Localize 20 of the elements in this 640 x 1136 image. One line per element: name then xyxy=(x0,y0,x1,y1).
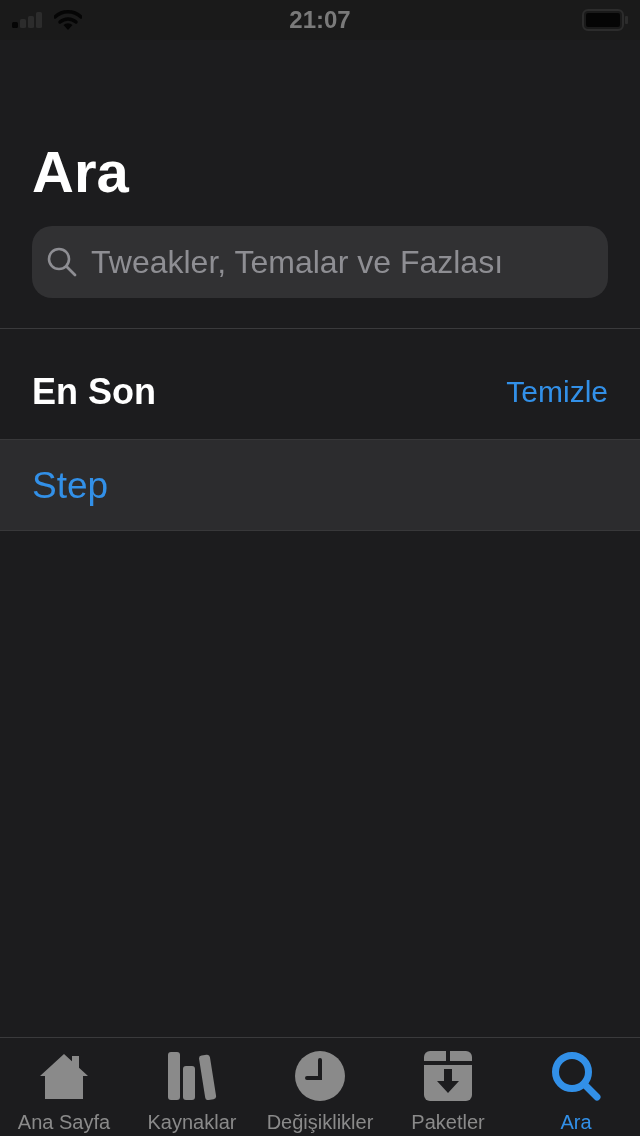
clear-link[interactable]: Temizle xyxy=(506,377,608,407)
box-down-arrow-icon xyxy=(424,1051,472,1101)
section-heading: En Son xyxy=(32,374,156,410)
house-icon xyxy=(39,1053,89,1099)
recent-search-text: Step xyxy=(32,466,109,504)
battery-icon xyxy=(582,9,628,31)
search-field[interactable]: Tweakler, Temalar ve Fazlası xyxy=(32,226,608,298)
search-icon xyxy=(551,1051,601,1101)
status-time: 21:07 xyxy=(289,6,351,34)
signal-icon xyxy=(12,12,44,28)
recent-search-row[interactable]: Step xyxy=(0,439,640,531)
tab-item[interactable]: Kaynaklar xyxy=(128,1038,256,1136)
page-title: Ara xyxy=(32,143,129,201)
tab-item[interactable]: Ana Sayfa xyxy=(0,1038,128,1136)
search-icon xyxy=(47,247,77,277)
tab-item[interactable]: Değişiklikler xyxy=(256,1038,384,1136)
tab-item[interactable]: Ara xyxy=(512,1038,640,1136)
clock-icon xyxy=(295,1051,345,1101)
tab-item[interactable]: Paketler xyxy=(384,1038,512,1136)
books-icon xyxy=(167,1052,217,1100)
